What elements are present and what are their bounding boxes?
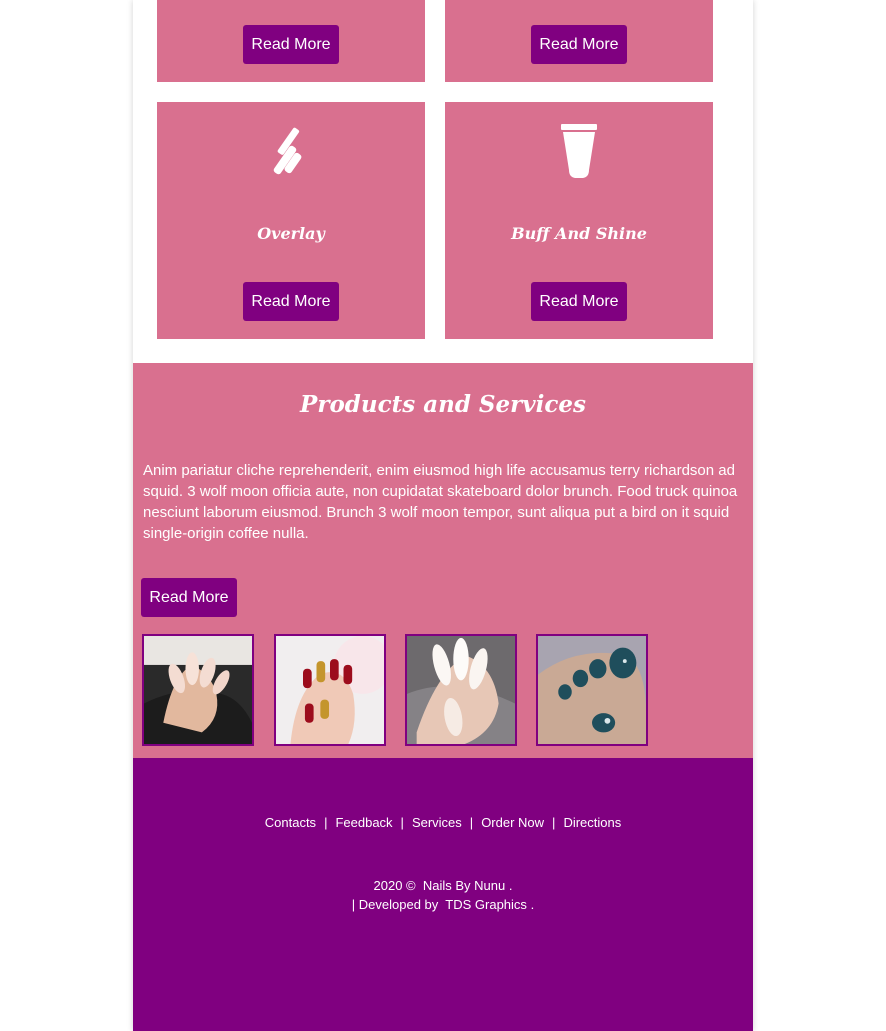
service-card-buff-and-shine: Buff And Shine Read More (445, 102, 713, 339)
service-card: Read More (445, 0, 713, 82)
copyright-line: 2020 © Nails By Nunu . (133, 876, 753, 895)
read-more-button[interactable]: Read More (243, 282, 339, 321)
section-heading: Products and Services (300, 391, 586, 418)
developer-suffix: . (530, 897, 535, 912)
footer-nav: Contacts | Feedback | Services | Order Now | Dir… (133, 815, 753, 830)
footer-link-services[interactable]: Services (412, 815, 462, 830)
brand-name[interactable]: Nails By Nunu (423, 878, 505, 893)
products-section: Products and Services Anim pariatur clic… (133, 363, 753, 758)
developed-prefix: | Developed by (351, 897, 439, 912)
service-card: Read More (157, 0, 425, 82)
cream-tube-icon (555, 122, 603, 182)
footer-link-contacts[interactable]: Contacts (265, 815, 316, 830)
gallery-image-red-gold-nails[interactable] (274, 634, 386, 746)
footer-separator: | (400, 815, 404, 830)
read-more-button[interactable]: Read More (531, 282, 627, 321)
brand-suffix: . (508, 878, 513, 893)
gallery-image-teal-toenails[interactable] (536, 634, 648, 746)
copyright-prefix: 2020 © (373, 878, 416, 893)
footer-separator: | (469, 815, 474, 830)
footer-link-directions[interactable]: Directions (563, 815, 621, 830)
card-title: Buff And Shine (511, 224, 647, 243)
read-more-button[interactable]: Read More (141, 578, 237, 617)
card-title: Overlay (257, 224, 325, 243)
site-footer: Contacts | Feedback | Services | Order Now | Dir… (133, 758, 753, 1031)
footer-separator: | (552, 815, 556, 830)
section-body-text: Anim pariatur cliche reprehenderit, enim… (143, 462, 738, 542)
developer-name[interactable]: TDS Graphics (445, 897, 527, 912)
footer-separator: | (324, 815, 328, 830)
read-more-button[interactable]: Read More (243, 25, 339, 64)
mascara-brush-icon (267, 122, 315, 182)
gallery-image-white-ombre-nails[interactable] (405, 634, 517, 746)
read-more-button[interactable]: Read More (531, 25, 627, 64)
service-card-overlay: Overlay Read More (157, 102, 425, 339)
gallery-image-nude-nails[interactable] (142, 634, 254, 746)
footer-link-order-now[interactable]: Order Now (481, 815, 544, 830)
footer-credit: 2020 © Nails By Nunu . | Developed by TD… (133, 876, 753, 914)
footer-link-feedback[interactable]: Feedback (335, 815, 392, 830)
developer-line: | Developed by TDS Graphics . (133, 895, 753, 914)
